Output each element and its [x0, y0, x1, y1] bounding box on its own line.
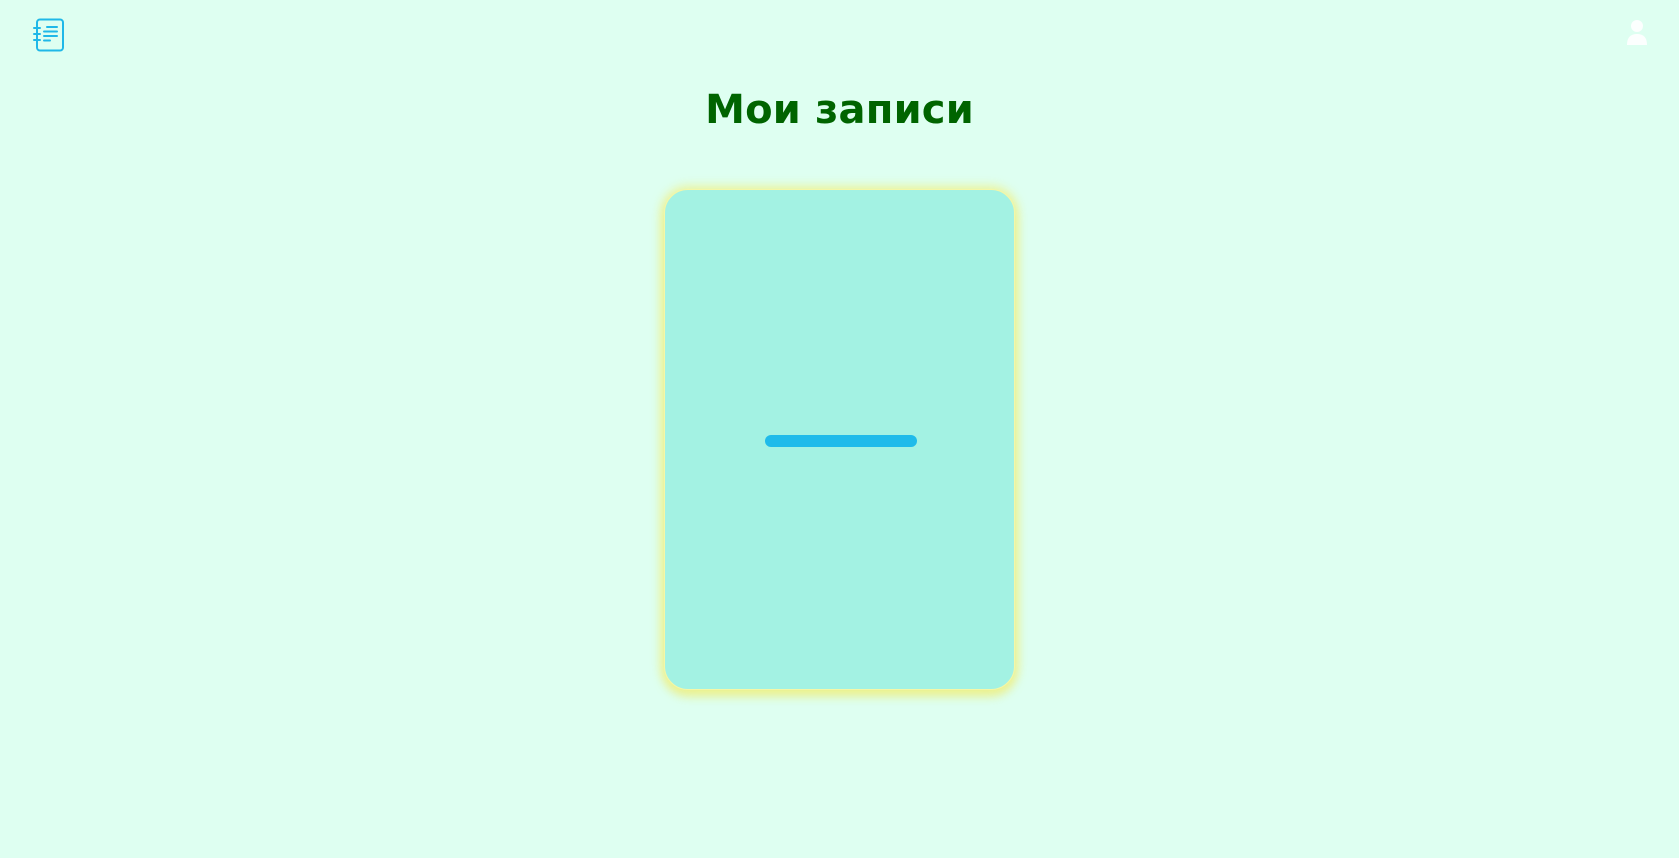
page-title: Мои записи: [705, 87, 974, 133]
add-note-card[interactable]: [664, 189, 1015, 690]
notes-logo-icon[interactable]: [33, 18, 65, 52]
plus-icon: [765, 365, 917, 517]
user-icon[interactable]: [1625, 18, 1649, 46]
